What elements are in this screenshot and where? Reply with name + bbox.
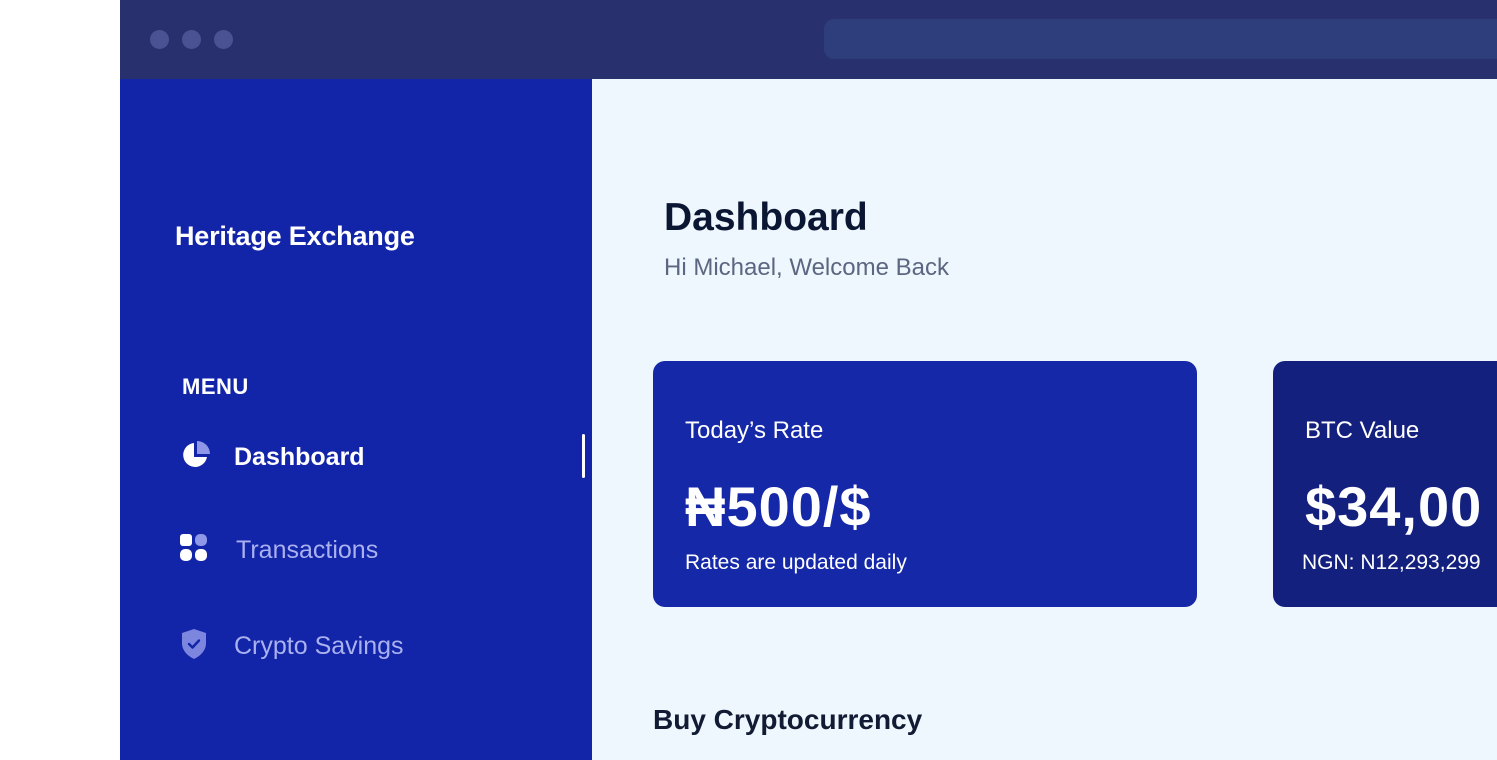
todays-rate-card[interactable]: Today’s Rate ₦500/$ Rates are updated da… [653,361,1197,607]
sidebar-item-dashboard[interactable]: Dashboard [180,439,365,476]
card-value: ₦500/$ [685,475,872,538]
app-window: Heritage Exchange MENU Dashboard Transac… [120,0,1497,760]
main-content: Dashboard Hi Michael, Welcome Back Today… [592,79,1497,760]
btc-value-card[interactable]: BTC Value $34,00 NGN: N12,293,299 [1273,361,1497,607]
page-title: Dashboard [664,196,868,239]
window-control-dot[interactable] [182,30,201,49]
sidebar-item-label: Transactions [236,536,379,564]
sidebar-item-label: Dashboard [234,443,365,471]
address-bar[interactable] [824,19,1497,59]
grid-icon [180,534,208,567]
sidebar: Heritage Exchange MENU Dashboard Transac… [120,79,592,760]
card-note: Rates are updated daily [685,551,907,574]
card-note: NGN: N12,293,299 [1302,551,1481,574]
section-title-buy-crypto: Buy Cryptocurrency [653,704,923,735]
brand-logo-text: Heritage Exchange [175,221,415,251]
sidebar-item-label: Crypto Savings [234,632,404,660]
sidebar-item-crypto-savings[interactable]: Crypto Savings [180,628,404,665]
active-indicator [582,434,585,478]
welcome-message: Hi Michael, Welcome Back [664,254,949,281]
pie-chart-icon [180,439,212,476]
window-control-dot[interactable] [214,30,233,49]
card-value: $34,00 [1305,475,1483,538]
menu-heading: MENU [182,374,249,399]
sidebar-item-transactions[interactable]: Transactions [180,534,378,567]
card-label: BTC Value [1305,417,1420,444]
window-titlebar [120,0,1497,79]
card-label: Today’s Rate [685,417,824,444]
window-control-dot[interactable] [150,30,169,49]
shield-check-icon [180,628,208,665]
